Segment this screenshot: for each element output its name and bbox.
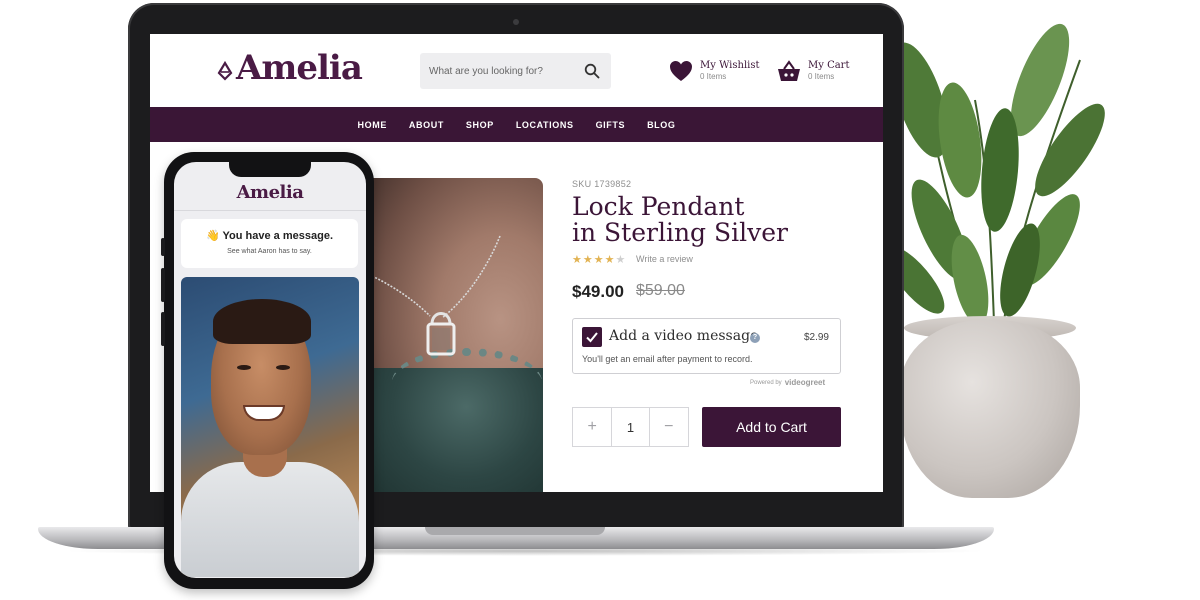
quantity-value[interactable]: 1 — [611, 408, 650, 446]
add-to-cart-button[interactable]: Add to Cart — [702, 407, 841, 447]
nav-item-blog[interactable]: BLOG — [636, 120, 686, 130]
star-icon-1: ★ — [572, 254, 583, 266]
video-message-checkbox[interactable] — [582, 327, 602, 347]
star-icon-3: ★ — [593, 254, 605, 266]
laptop-camera — [513, 19, 519, 25]
person-eye-right — [276, 365, 290, 370]
quantity-minus-button[interactable]: − — [650, 408, 688, 446]
videogreet-logo: videogreet — [784, 378, 826, 387]
nav-item-home[interactable]: HOME — [347, 120, 398, 130]
phone-header-divider — [174, 210, 366, 211]
wishlist-label: My Wishlist — [700, 60, 760, 71]
site-logo[interactable]: Amelia — [216, 48, 363, 88]
laptop-base-notch — [425, 527, 605, 535]
phone-notch — [229, 159, 311, 177]
nav-item-gifts[interactable]: GIFTS — [585, 120, 637, 130]
message-title: 👋 You have a message. — [205, 230, 333, 242]
help-icon[interactable]: ? — [750, 333, 760, 343]
pendant-necklace-icon — [372, 235, 501, 356]
powered-by: Powered by videogreet — [750, 378, 825, 387]
phone-side-button — [161, 238, 165, 256]
site-header: Amelia My Wishlist 0 Items — [150, 34, 883, 106]
site-logo-text: Amelia — [236, 48, 363, 88]
logo-mark-icon — [217, 60, 233, 81]
product-old-price: $59.00 — [636, 282, 685, 299]
wishlist-link[interactable]: My Wishlist 0 Items — [669, 60, 760, 82]
write-review-link[interactable]: Write a review — [636, 254, 693, 264]
product-title-line2: in Sterling Silver — [572, 218, 788, 247]
quantity-plus-button[interactable]: + — [573, 408, 611, 446]
video-message-price: $2.99 — [803, 332, 829, 343]
heart-icon — [670, 61, 692, 81]
cart-label: My Cart — [808, 60, 850, 71]
nav-item-about[interactable]: ABOUT — [398, 120, 455, 130]
product-price: $49.00 — [572, 282, 624, 301]
main-nav: HOME ABOUT SHOP LOCATIONS GIFTS BLOG — [150, 107, 883, 142]
quantity-stepper: + 1 − — [572, 407, 689, 447]
powered-by-label: Powered by — [750, 379, 782, 386]
checkmark-icon — [586, 332, 598, 343]
cart-link[interactable]: My Cart 0 Items — [777, 60, 849, 82]
phone-screen: Amelia 👋 You have a message. See what Aa… — [174, 162, 366, 578]
star-icon-5: ★ — [615, 254, 627, 266]
product-sku: SKU 1739852 — [572, 179, 632, 189]
basket-icon — [778, 60, 800, 81]
star-icon-4: ★ — [604, 254, 616, 266]
person-eye-left — [237, 365, 251, 370]
search-input[interactable] — [420, 65, 580, 77]
message-card[interactable]: 👋 You have a message. See what Aaron has… — [181, 219, 358, 268]
video-message-player[interactable] — [181, 277, 359, 577]
search-bar — [420, 53, 611, 89]
cart-count: 0 Items — [808, 72, 835, 81]
person-hair — [213, 299, 311, 344]
star-icon-2: ★ — [582, 254, 594, 266]
wishlist-count: 0 Items — [700, 72, 727, 81]
video-message-option[interactable]: Add a video message ? $2.99 You'll get a… — [572, 318, 841, 374]
phone-volume-up-button — [161, 268, 165, 302]
product-photo — [372, 178, 543, 492]
search-icon[interactable] — [584, 63, 600, 79]
product-title: Lock Pendant in Sterling Silver — [572, 194, 872, 246]
plant-pot — [900, 320, 1080, 498]
nav-item-locations[interactable]: LOCATIONS — [505, 120, 585, 130]
product-title-line1: Lock Pendant — [572, 192, 745, 221]
message-subtitle: See what Aaron has to say. — [227, 248, 312, 255]
video-message-label: Add a video message — [609, 328, 759, 344]
video-message-subtext: You'll get an email after payment to rec… — [582, 354, 753, 364]
phone-volume-down-button — [161, 312, 165, 346]
rating-stars: ★★★★★ — [572, 253, 626, 266]
phone-logo: Amelia — [236, 182, 304, 203]
person-shirt — [181, 462, 359, 577]
nav-item-shop[interactable]: SHOP — [455, 120, 505, 130]
